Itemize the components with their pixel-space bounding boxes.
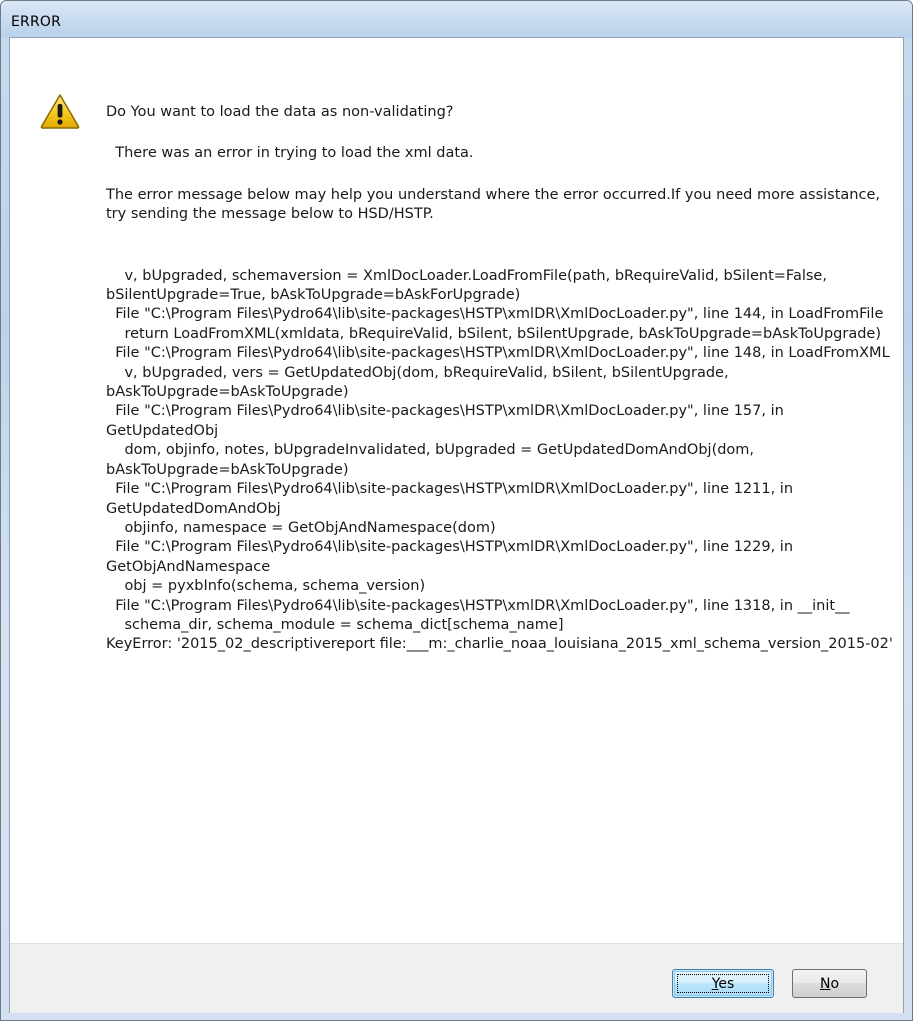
error-dialog-window: ERROR Do You want to load the data as no… [0, 0, 913, 1021]
error-summary-text: There was an error in trying to load the… [106, 145, 474, 162]
window-frame-bottom [1, 1012, 912, 1020]
button-bar: Yes No [10, 943, 903, 1013]
dialog-client-area: Do You want to load the data as non-vali… [9, 37, 904, 1013]
help-text: The error message below may help you und… [106, 186, 885, 223]
no-button-label: No [820, 976, 839, 992]
yes-button[interactable]: Yes [672, 969, 774, 998]
traceback-text: v, bUpgraded, schemaversion = XmlDocLoad… [106, 267, 893, 653]
message-text-block: Do You want to load the data as non-vali… [106, 103, 896, 655]
window-title: ERROR [11, 14, 62, 30]
focus-rectangle [677, 974, 769, 993]
no-label-rest: o [830, 976, 840, 992]
window-frame-right [904, 37, 912, 1020]
window-frame-left [1, 37, 9, 1020]
title-bar[interactable]: ERROR [1, 1, 912, 37]
no-mnemonic: N [819, 976, 831, 992]
warning-icon [40, 94, 80, 129]
question-text: Do You want to load the data as non-vali… [106, 104, 454, 120]
no-button[interactable]: No [792, 969, 867, 998]
message-area: Do You want to load the data as non-vali… [10, 38, 903, 943]
